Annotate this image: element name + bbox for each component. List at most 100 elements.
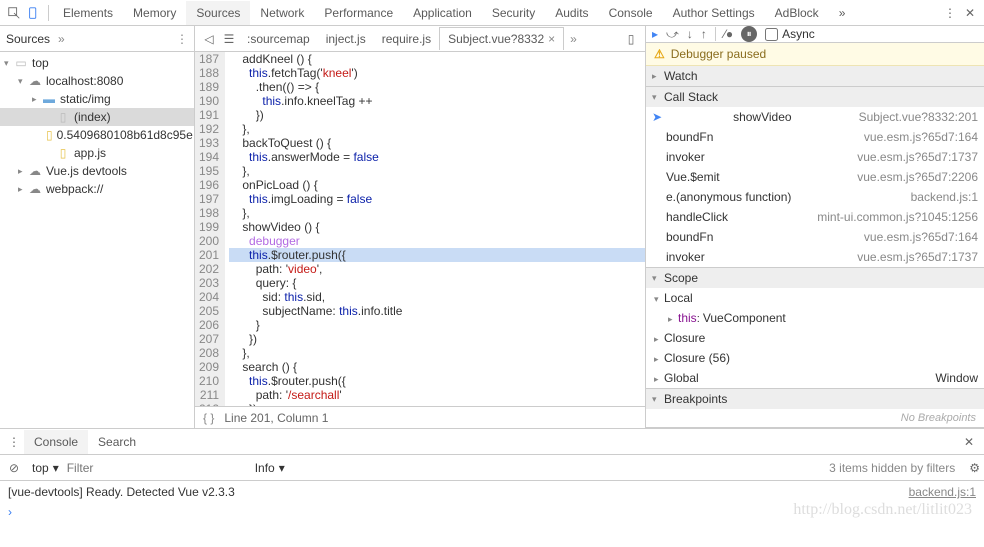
tab-audits[interactable]: Audits	[545, 1, 598, 25]
cloud-icon: ☁	[28, 164, 42, 178]
gear-icon[interactable]: ⚙	[969, 461, 980, 475]
tree-top[interactable]: ▾▭top	[0, 54, 194, 72]
kebab-menu-icon[interactable]: ⋮	[940, 6, 960, 20]
debugger-toolbar: ▸ ⤻ ↓ ↑ ⁄● ⏸ Async	[646, 26, 984, 43]
scope-this[interactable]: ▸this: VueComponent	[646, 308, 984, 328]
kebab-icon[interactable]: ⋮	[176, 32, 188, 46]
code-editor: ◁ ☰ :sourcemap inject.js require.js Subj…	[195, 26, 646, 428]
callstack-row[interactable]: e.(anonymous function)backend.js:1	[646, 187, 984, 207]
callstack-section: ▾Call Stack ➤showVideoSubject.vue?8332:2…	[646, 87, 984, 268]
deactivate-breakpoints-icon[interactable]: ⁄●	[724, 27, 733, 41]
kebab-icon[interactable]: ⋮	[4, 435, 24, 449]
context-dropdown[interactable]: top ▾	[32, 461, 59, 475]
editor-status-bar: { } Line 201, Column 1	[195, 406, 645, 428]
console-message: [vue-devtools] Ready. Detected Vue v2.3.…	[8, 485, 235, 499]
tab-memory[interactable]: Memory	[123, 1, 186, 25]
sidebar-header: Sources » ⋮	[0, 26, 194, 52]
tree-vuedevtools[interactable]: ▸☁Vue.js devtools	[0, 162, 194, 180]
tab-sources[interactable]: Sources	[186, 1, 250, 25]
sidebar-title: Sources	[6, 32, 50, 46]
prompt-icon: ›	[8, 505, 12, 519]
close-devtools-icon[interactable]: ✕	[960, 6, 980, 20]
callstack-row[interactable]: boundFnvue.esm.js?65d7:164	[646, 127, 984, 147]
tree-localhost[interactable]: ▾☁localhost:8080	[0, 72, 194, 90]
show-navigator-icon[interactable]: ▯	[621, 32, 641, 46]
console-tabs: ⋮ Console Search ✕	[0, 429, 984, 455]
tree-index[interactable]: ▯(index)	[0, 108, 194, 126]
warning-icon: ⚠	[654, 47, 665, 61]
callstack-row[interactable]: invokervue.esm.js?65d7:1737	[646, 147, 984, 167]
step-into-icon[interactable]: ↓	[687, 27, 693, 41]
step-out-icon[interactable]: ↑	[701, 27, 707, 41]
level-dropdown[interactable]: Info ▾	[255, 461, 285, 475]
tab-author-settings[interactable]: Author Settings	[663, 1, 765, 25]
divider	[48, 5, 49, 21]
search-tab[interactable]: Search	[88, 430, 146, 454]
console-tab[interactable]: Console	[24, 430, 88, 454]
editor-tab-subject[interactable]: Subject.vue?8332×	[439, 27, 564, 50]
pause-exceptions-icon[interactable]: ⏸	[741, 26, 757, 42]
clear-console-icon[interactable]: ⊘	[4, 461, 24, 475]
close-drawer-icon[interactable]: ✕	[958, 435, 980, 449]
callstack-row[interactable]: Vue.$emitvue.esm.js?65d7:2206	[646, 167, 984, 187]
file-icon: ▯	[46, 128, 53, 142]
tab-adblock[interactable]: AdBlock	[765, 1, 829, 25]
tab-security[interactable]: Security	[482, 1, 545, 25]
pretty-print-icon[interactable]: { }	[203, 411, 214, 425]
line-gutter: 1871881891901911921931941951961971981992…	[195, 52, 225, 406]
frame-icon: ▭	[14, 56, 28, 70]
editor-tab-sourcemap[interactable]: :sourcemap	[239, 28, 318, 50]
tab-performance[interactable]: Performance	[314, 1, 403, 25]
scope-closure56[interactable]: ▸Closure (56)	[646, 348, 984, 368]
debugger-panel: ▸ ⤻ ↓ ↑ ⁄● ⏸ Async ⚠ Debugger paused ▸Wa…	[646, 26, 984, 428]
chevron-down-icon: ▾	[53, 461, 59, 475]
divider	[715, 27, 716, 41]
scope-global[interactable]: ▸GlobalWindow	[646, 368, 984, 388]
tab-network[interactable]: Network	[250, 1, 314, 25]
scope-header[interactable]: ▾Scope	[646, 268, 984, 288]
tree-chunk[interactable]: ▯0.5409680108b61d8c95e	[0, 126, 194, 144]
device-icon[interactable]	[24, 6, 44, 20]
hidden-count: 3 items hidden by filters	[829, 461, 955, 475]
tabs-overflow-icon[interactable]: »	[829, 1, 856, 25]
callstack-row[interactable]: boundFnvue.esm.js?65d7:164	[646, 227, 984, 247]
step-over-icon[interactable]: ⤻	[666, 27, 679, 42]
tab-application[interactable]: Application	[403, 1, 482, 25]
tab-elements[interactable]: Elements	[53, 1, 123, 25]
callstack-header[interactable]: ▾Call Stack	[646, 87, 984, 107]
breakpoints-section: ▾Breakpoints No Breakpoints	[646, 389, 984, 428]
cursor-position: Line 201, Column 1	[224, 411, 328, 425]
resume-icon[interactable]: ▸	[652, 27, 658, 41]
scope-local[interactable]: ▾Local	[646, 288, 984, 308]
nav-list-icon[interactable]: ☰	[219, 32, 239, 46]
sidebar-overflow-icon[interactable]: »	[58, 32, 65, 46]
sources-sidebar: Sources » ⋮ ▾▭top ▾☁localhost:8080 ▸▬sta…	[0, 26, 195, 428]
tree-static-img[interactable]: ▸▬static/img	[0, 90, 194, 108]
breakpoints-header[interactable]: ▾Breakpoints	[646, 389, 984, 409]
tabs-overflow-icon[interactable]: »	[570, 32, 577, 46]
watch-header[interactable]: ▸Watch	[646, 66, 984, 86]
editor-tab-inject[interactable]: inject.js	[318, 28, 374, 50]
editor-tab-require[interactable]: require.js	[374, 28, 439, 50]
tree-webpack[interactable]: ▸☁webpack://	[0, 180, 194, 198]
console-output[interactable]: [vue-devtools] Ready. Detected Vue v2.3.…	[0, 481, 984, 547]
inspect-icon[interactable]	[4, 6, 24, 20]
scope-closure[interactable]: ▸Closure	[646, 328, 984, 348]
console-drawer: ⋮ Console Search ✕ ⊘ top ▾ Info ▾ 3 item…	[0, 428, 984, 547]
callstack-row[interactable]: ➤showVideoSubject.vue?8332:201	[646, 107, 984, 127]
tree-appjs[interactable]: ▯app.js	[0, 144, 194, 162]
tab-console[interactable]: Console	[599, 1, 663, 25]
watch-section: ▸Watch	[646, 66, 984, 87]
editor-tabs: ◁ ☰ :sourcemap inject.js require.js Subj…	[195, 26, 645, 52]
close-tab-icon[interactable]: ×	[548, 32, 555, 46]
callstack-row[interactable]: invokervue.esm.js?65d7:1737	[646, 247, 984, 267]
nav-back-icon[interactable]: ◁	[199, 32, 219, 46]
console-message-source[interactable]: backend.js:1	[909, 485, 976, 499]
chevron-down-icon: ▾	[279, 461, 285, 475]
code-lines[interactable]: addKneel () { this.fetchTag('kneel') .th…	[225, 52, 645, 406]
callstack-row[interactable]: handleClickmint-ui.common.js?1045:1256	[646, 207, 984, 227]
code-area[interactable]: 1871881891901911921931941951961971981992…	[195, 52, 645, 406]
filter-input[interactable]	[67, 461, 247, 475]
paused-banner: ⚠ Debugger paused	[646, 43, 984, 66]
async-checkbox[interactable]: Async	[765, 27, 815, 41]
